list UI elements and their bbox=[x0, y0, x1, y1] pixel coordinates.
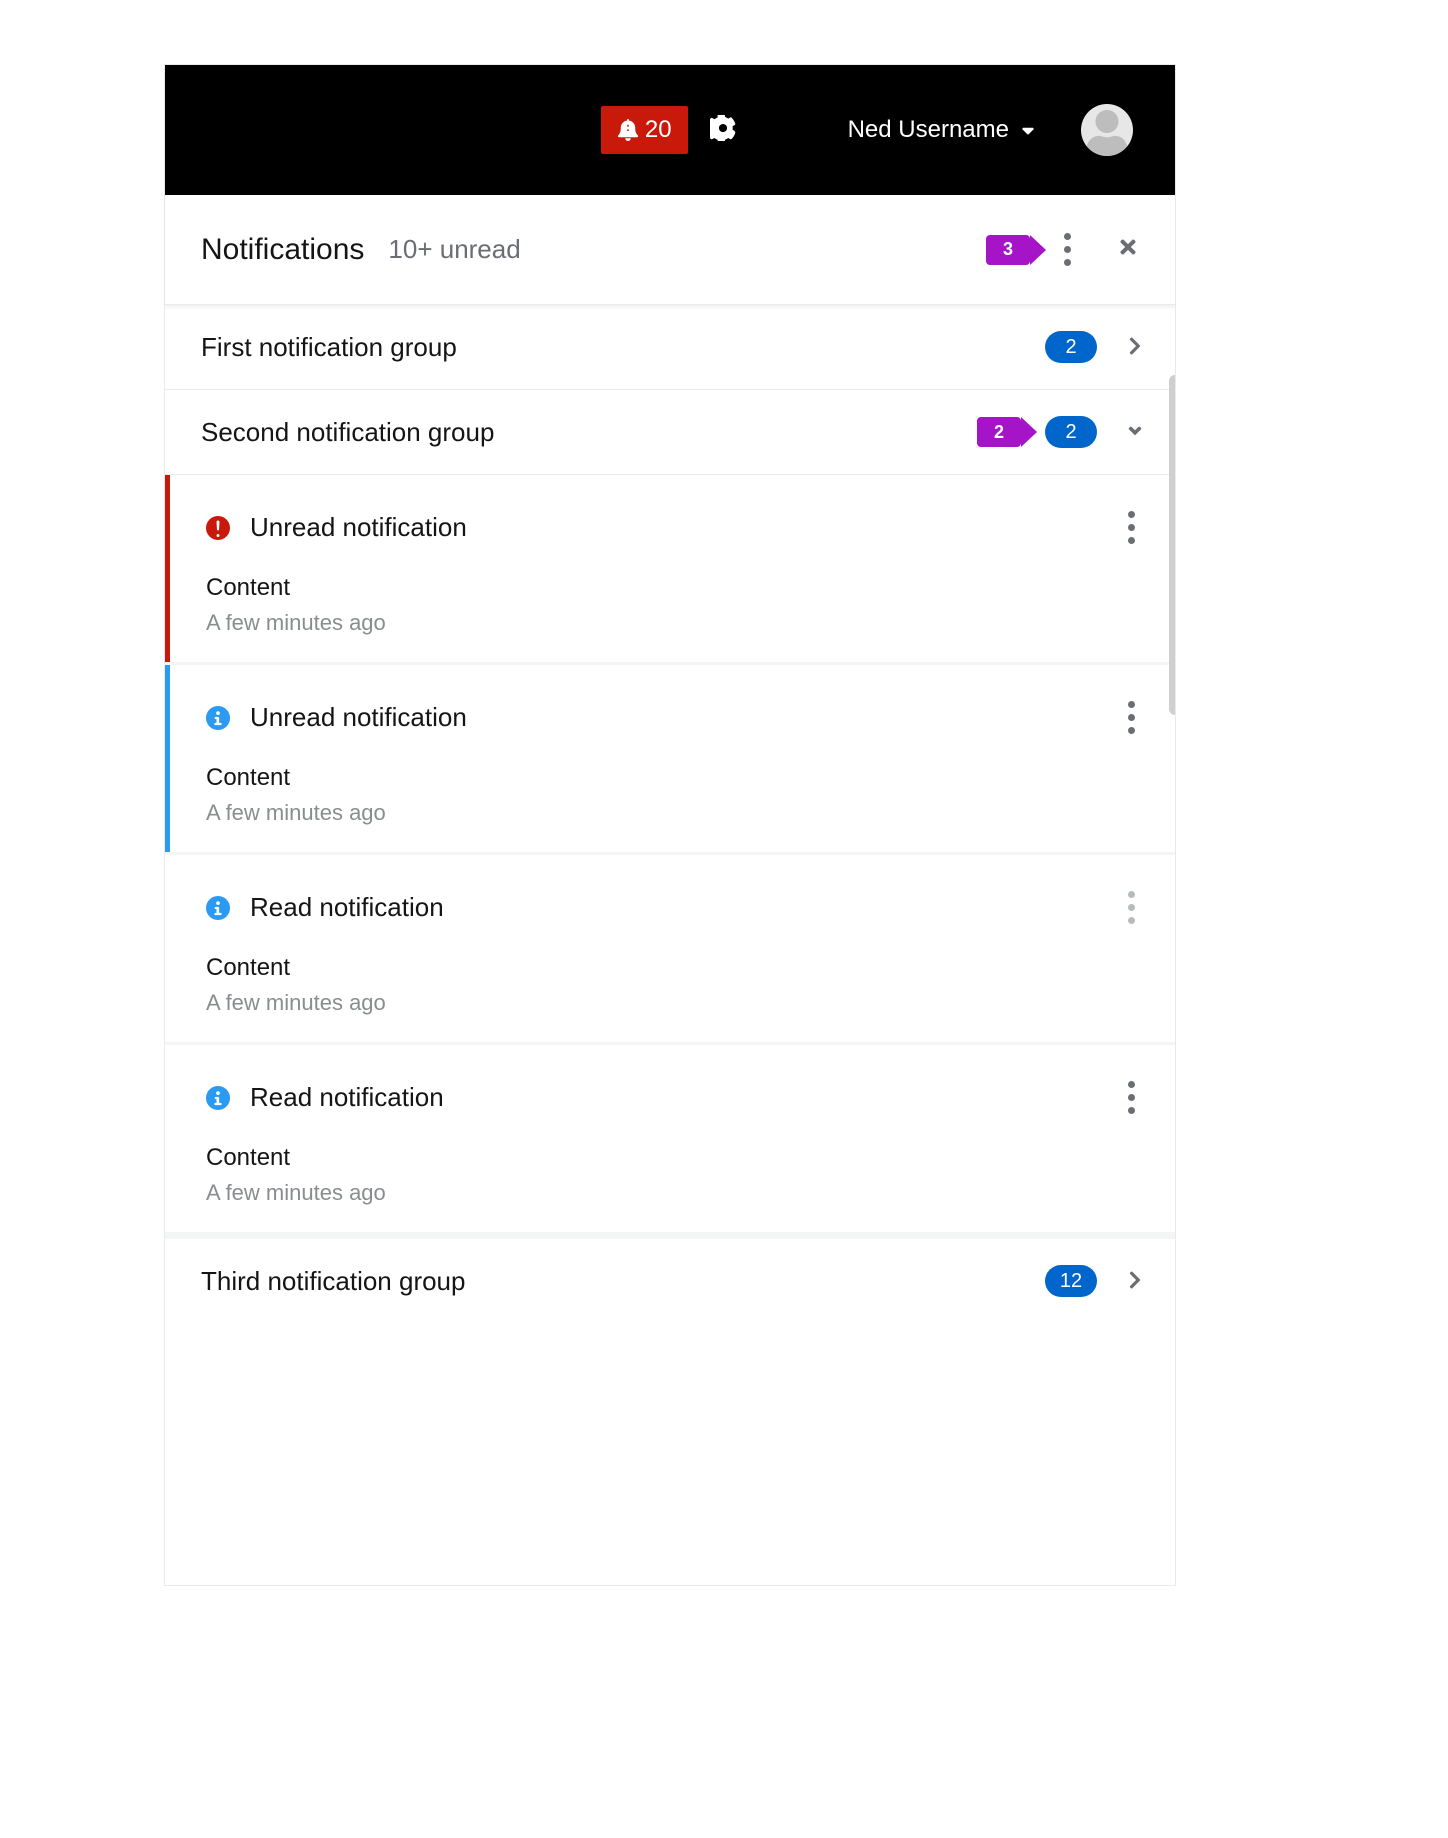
notification-content: Content bbox=[206, 764, 1145, 792]
drawer-body: First notification group 2 1 Second noti… bbox=[165, 305, 1175, 1585]
settings-button[interactable] bbox=[688, 115, 758, 146]
notification-content: Content bbox=[206, 574, 1145, 602]
notification-item[interactable]: Unread notification Content A few minute… bbox=[165, 665, 1175, 852]
avatar[interactable] bbox=[1081, 104, 1133, 156]
notification-actions-menu[interactable] bbox=[1118, 691, 1145, 744]
drawer-close-button[interactable] bbox=[1111, 230, 1145, 269]
bell-count: 20 bbox=[645, 116, 672, 144]
notification-actions-menu[interactable] bbox=[1118, 501, 1145, 554]
gear-icon bbox=[710, 115, 736, 146]
caret-down-icon bbox=[1019, 121, 1037, 139]
chevron-right-icon bbox=[1125, 332, 1145, 363]
username-label: Ned Username bbox=[848, 116, 1009, 144]
scrollbar[interactable] bbox=[1169, 375, 1175, 715]
group-count-badge: 2 bbox=[1045, 416, 1097, 448]
notification-title: Unread notification bbox=[250, 702, 467, 733]
masthead: 20 Ned Username bbox=[165, 65, 1175, 195]
info-icon bbox=[206, 896, 230, 920]
group-count-badge: 12 bbox=[1045, 1265, 1097, 1297]
group-label: Second notification group bbox=[201, 417, 977, 448]
notification-group[interactable]: 1 Second notification group 2 2 bbox=[165, 390, 1175, 475]
notification-group[interactable]: First notification group 2 bbox=[165, 305, 1175, 390]
group-expanded-list: Unread notification Content A few minute… bbox=[165, 475, 1175, 1239]
notification-actions-menu[interactable] bbox=[1118, 881, 1145, 934]
notification-title: Read notification bbox=[250, 1082, 444, 1113]
info-icon bbox=[206, 706, 230, 730]
group-count-badge: 2 bbox=[1045, 331, 1097, 363]
avatar-icon bbox=[1084, 110, 1130, 156]
notification-time: A few minutes ago bbox=[206, 800, 1145, 826]
group-label: First notification group bbox=[201, 332, 1045, 363]
notification-group[interactable]: Third notification group 12 bbox=[165, 1239, 1175, 1323]
drawer-actions-menu[interactable] bbox=[1054, 223, 1081, 276]
user-menu[interactable]: Ned Username bbox=[848, 104, 1133, 156]
chevron-down-icon bbox=[1125, 417, 1145, 448]
notification-content: Content bbox=[206, 954, 1145, 982]
bell-button[interactable]: 20 bbox=[601, 106, 688, 154]
notification-time: A few minutes ago bbox=[206, 990, 1145, 1016]
notification-time: A few minutes ago bbox=[206, 1180, 1145, 1206]
notification-title: Read notification bbox=[250, 892, 444, 923]
info-icon bbox=[206, 1086, 230, 1110]
notification-actions-menu[interactable] bbox=[1118, 1071, 1145, 1124]
exclamation-icon bbox=[206, 516, 230, 540]
notification-item[interactable]: Read notification Content A few minutes … bbox=[165, 1045, 1175, 1232]
callout-2: 2 bbox=[977, 417, 1037, 447]
drawer-header: Notifications 10+ unread 3 bbox=[165, 195, 1175, 305]
notification-item[interactable]: Unread notification Content A few minute… bbox=[165, 475, 1175, 662]
notification-content: Content bbox=[206, 1144, 1145, 1172]
group-label: Third notification group bbox=[201, 1266, 1045, 1297]
notification-item[interactable]: Read notification Content A few minutes … bbox=[165, 855, 1175, 1042]
notification-time: A few minutes ago bbox=[206, 610, 1145, 636]
drawer-unread-label: 10+ unread bbox=[388, 234, 520, 265]
chevron-right-icon bbox=[1125, 1266, 1145, 1297]
drawer-title: Notifications bbox=[201, 233, 364, 267]
attention-bell-icon bbox=[617, 119, 639, 141]
callout-3: 3 bbox=[986, 235, 1046, 265]
notification-title: Unread notification bbox=[250, 512, 467, 543]
close-icon bbox=[1117, 236, 1139, 258]
